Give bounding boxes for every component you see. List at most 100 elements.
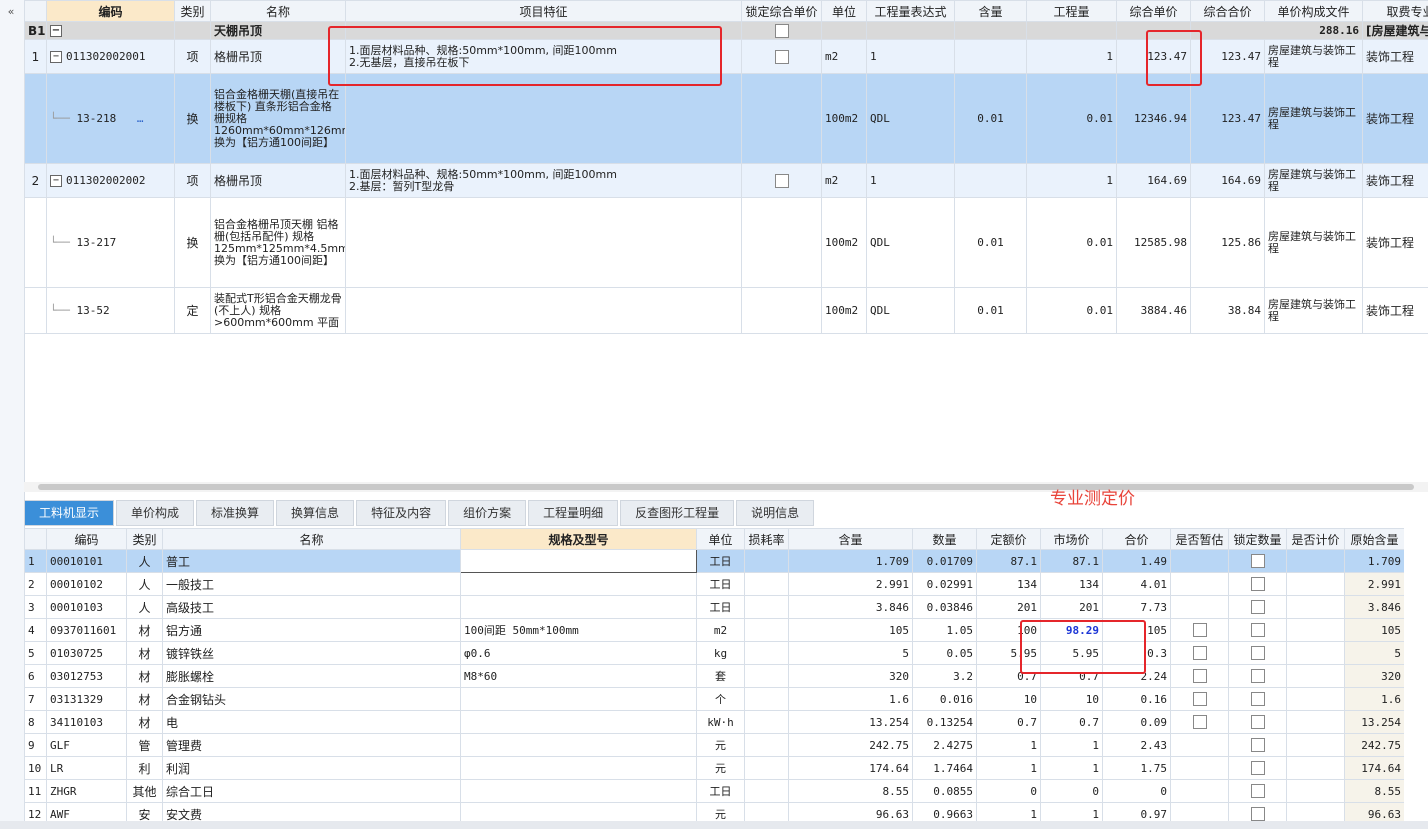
resource-content[interactable]: 8.55 [788, 779, 913, 803]
estimate-checkbox[interactable] [1192, 715, 1207, 730]
resource-code[interactable]: 03012753 [46, 664, 127, 688]
resource-loss[interactable] [744, 549, 789, 573]
resource-loss[interactable] [744, 618, 789, 642]
item-expr[interactable]: 1 [866, 39, 955, 74]
tab-1[interactable]: 单价构成 [116, 500, 195, 526]
resource-content[interactable]: 3.846 [788, 595, 913, 619]
resource-loss[interactable] [744, 687, 789, 711]
resource-spec[interactable] [460, 549, 697, 573]
collapse-icon[interactable]: − [50, 175, 62, 187]
top-header-cell[interactable]: 综合合价 [1190, 0, 1265, 22]
item-code[interactable]: └── 13-52 [46, 287, 175, 334]
resource-market-price[interactable]: 201 [1040, 595, 1103, 619]
resource-name[interactable]: 膨胀螺栓 [162, 664, 461, 688]
top-header-cell[interactable]: 工程量表达式 [866, 0, 955, 22]
resource-market-price[interactable]: 10 [1040, 687, 1103, 711]
collapse-icon[interactable]: − [50, 25, 62, 37]
resource-row[interactable]: 4 0937011601 材铝方通 100间距 50mm*100mm m2 105 1.05… [24, 618, 1404, 642]
item-feature[interactable]: 1.面层材料品种、规格:50mm*100mm, 间距100mm 2.无基层，直接… [345, 39, 742, 74]
lock-price-checkbox[interactable] [774, 173, 789, 188]
resource-loss[interactable] [744, 664, 789, 688]
lock-price-checkbox[interactable] [774, 49, 789, 64]
resource-content[interactable]: 1.6 [788, 687, 913, 711]
bottom-header-cell[interactable]: 名称 [162, 528, 461, 550]
item-code[interactable]: └── 13-218 … [46, 73, 175, 164]
collapse-left-icon[interactable]: « [2, 4, 20, 20]
resource-name[interactable]: 管理费 [162, 733, 461, 757]
resource-spec[interactable] [460, 572, 697, 596]
item-quantity[interactable]: 1 [1026, 39, 1117, 74]
lock-quantity-checkbox[interactable] [1250, 600, 1265, 615]
top-header-cell[interactable]: 综合单价 [1116, 0, 1191, 22]
resource-spec[interactable]: 100间距 50mm*100mm [460, 618, 697, 642]
bottom-header-cell[interactable]: 编码 [46, 528, 127, 550]
top-header-cell[interactable]: 单价构成文件 [1264, 0, 1363, 22]
section-row[interactable]: B1− 天棚吊顶 288.16[房屋建筑与… [24, 21, 1428, 40]
resource-content[interactable]: 242.75 [788, 733, 913, 757]
resource-spec[interactable] [460, 710, 697, 734]
item-quantity[interactable]: 0.01 [1026, 73, 1117, 164]
item-feature[interactable] [345, 73, 742, 164]
resource-spec[interactable]: φ0.6 [460, 641, 697, 665]
resource-market-price[interactable]: 1 [1040, 756, 1103, 780]
top-header-cell[interactable]: 工程量 [1026, 0, 1117, 22]
resource-row[interactable]: 8 34110103 材电 kW·h 13.254 0.13254 0.7 0.7 0.09 13… [24, 710, 1404, 734]
item-quantity[interactable]: 0.01 [1026, 287, 1117, 334]
resource-code[interactable]: 0937011601 [46, 618, 127, 642]
lock-quantity-checkbox[interactable] [1250, 577, 1265, 592]
lock-quantity-checkbox[interactable] [1250, 807, 1265, 822]
resource-spec[interactable] [460, 779, 697, 803]
resource-code[interactable]: 00010101 [46, 549, 127, 573]
top-header-cell[interactable]: 类别 [174, 0, 211, 22]
resource-name[interactable]: 铝方通 [162, 618, 461, 642]
tab-6[interactable]: 工程量明细 [528, 500, 619, 526]
resource-spec[interactable] [460, 595, 697, 619]
resource-loss[interactable] [744, 572, 789, 596]
item-name[interactable]: 格栅吊顶 [210, 163, 346, 198]
resource-code[interactable]: 34110103 [46, 710, 127, 734]
quota-row[interactable]: └── 13-217 换铝合金格栅吊顶天棚 铝格栅(包括吊配件) 规格 125mm… [24, 197, 1428, 288]
bottom-header-cell[interactable]: 是否计价 [1286, 528, 1345, 550]
resource-code[interactable]: 00010103 [46, 595, 127, 619]
horizontal-scrollbar[interactable] [24, 482, 1428, 492]
top-header-cell[interactable]: 编码 [46, 0, 175, 22]
bottom-header-cell[interactable]: 锁定数量 [1228, 528, 1287, 550]
resource-market-price[interactable]: 0.7 [1040, 710, 1103, 734]
resource-content[interactable]: 320 [788, 664, 913, 688]
resource-loss[interactable] [744, 641, 789, 665]
item-feature[interactable] [345, 197, 742, 288]
item-name[interactable]: 装配式T形铝合金天棚龙骨(不上人) 规格 >600mm*600mm 平面 [210, 287, 346, 334]
lock-price-checkbox[interactable] [774, 23, 789, 38]
lock-quantity-checkbox[interactable] [1250, 784, 1265, 799]
item-feature[interactable]: 1.面层材料品种、规格:50mm*100mm, 间距100mm 2.基层：暂列T… [345, 163, 742, 198]
bill-item-row[interactable]: 1−011302002001 项格栅吊顶 1.面层材料品种、规格:50mm*100m… [24, 39, 1428, 74]
resource-market-price[interactable]: 5.95 [1040, 641, 1103, 665]
lock-quantity-checkbox[interactable] [1250, 623, 1265, 638]
top-header-cell[interactable]: 锁定综合单价 [741, 0, 822, 22]
tab-5[interactable]: 组价方案 [448, 500, 527, 526]
item-name[interactable]: 格栅吊顶 [210, 39, 346, 74]
resource-row[interactable]: 6 03012753 材膨胀螺栓 M8*60 套 320 3.2 0.7 0.7 2.24 320 [24, 664, 1404, 688]
tab-3[interactable]: 换算信息 [276, 500, 355, 526]
bottom-header-cell[interactable]: 原始含量 [1344, 528, 1404, 550]
bottom-header-cell[interactable]: 合价 [1102, 528, 1171, 550]
scroll-thumb[interactable] [38, 484, 1414, 490]
resource-name[interactable]: 综合工日 [162, 779, 461, 803]
item-expr[interactable]: QDL [866, 287, 955, 334]
resource-row[interactable]: 7 03131329 材合金钢钻头个 1.6 0.016 10 10 0.16 1.6 [24, 687, 1404, 711]
lock-quantity-checkbox[interactable] [1250, 554, 1265, 569]
resource-row[interactable]: 2 00010102 人一般技工 工日 2.991 0.02991 134 134 4.01 2.… [24, 572, 1404, 596]
tab-8[interactable]: 说明信息 [736, 500, 815, 526]
estimate-checkbox[interactable] [1192, 692, 1207, 707]
lock-quantity-checkbox[interactable] [1250, 761, 1265, 776]
quota-row[interactable]: └── 13-52 定装配式T形铝合金天棚龙骨(不上人) 规格 >600mm*60… [24, 287, 1428, 334]
lock-quantity-checkbox[interactable] [1250, 669, 1265, 684]
resource-content[interactable]: 174.64 [788, 756, 913, 780]
item-code[interactable]: −011302002002 [46, 163, 175, 198]
item-expr[interactable]: QDL [866, 73, 955, 164]
resource-loss[interactable] [744, 779, 789, 803]
bottom-header-cell[interactable]: 规格及型号 [460, 528, 697, 550]
lock-quantity-checkbox[interactable] [1250, 692, 1265, 707]
resource-content[interactable]: 2.991 [788, 572, 913, 596]
bottom-header-cell[interactable]: 单位 [696, 528, 745, 550]
